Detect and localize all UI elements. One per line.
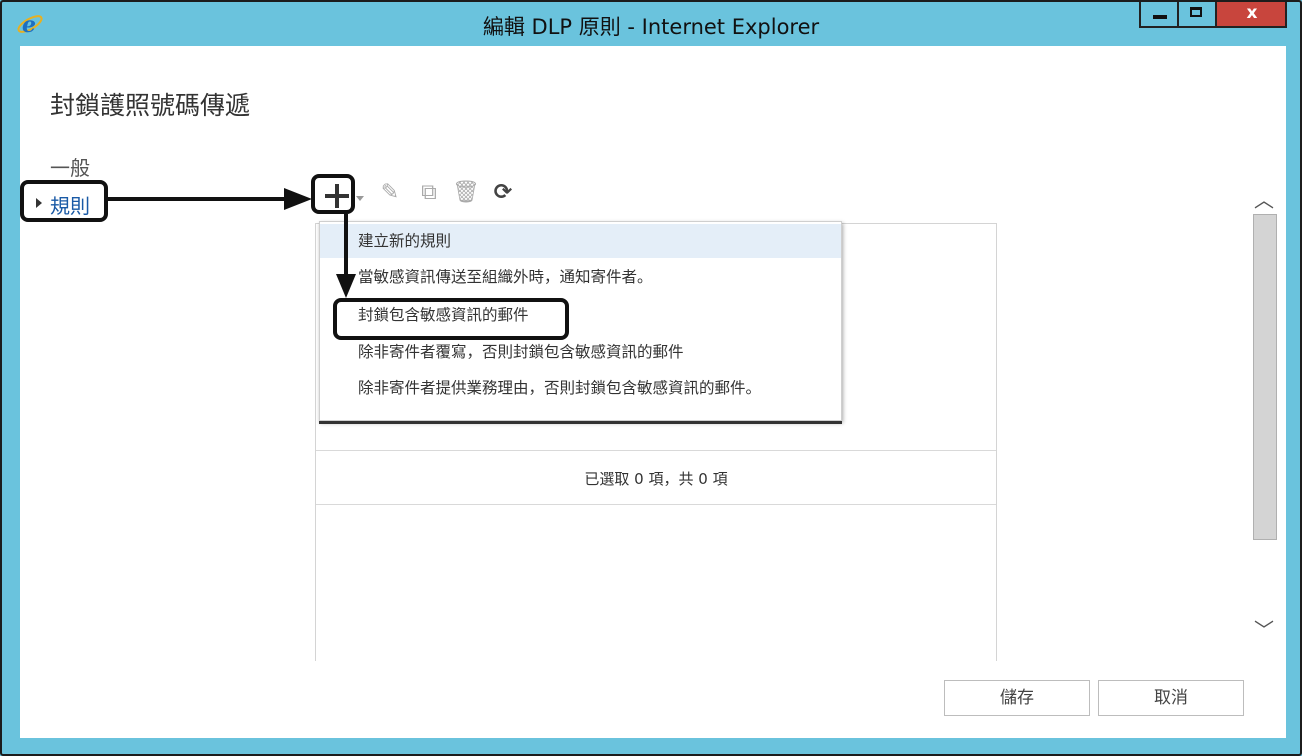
title-bar: e 編輯 DLP 原則 - Internet Explorer x	[2, 2, 1300, 46]
grid-divider	[316, 504, 996, 505]
block-messages-callout-box	[333, 298, 569, 340]
scroll-down-icon[interactable]: ﹀	[1254, 614, 1274, 643]
minimize-icon	[1153, 15, 1167, 19]
close-icon: x	[1246, 3, 1258, 23]
grid-divider	[316, 450, 996, 451]
menu-item-block-unless-override[interactable]: 除非寄件者覆寫，否則封鎖包含敏感資訊的郵件	[320, 335, 841, 369]
minimize-button[interactable]	[1139, 2, 1179, 28]
maximize-button[interactable]	[1179, 2, 1217, 28]
refresh-icon[interactable]: ⟳	[490, 178, 516, 208]
scrollbar-thumb[interactable]	[1253, 214, 1277, 540]
cancel-button[interactable]: 取消	[1098, 680, 1244, 716]
browser-window: e 編輯 DLP 原則 - Internet Explorer x 封鎖護照號碼…	[0, 0, 1302, 756]
page-title: 封鎖護照號碼傳遞	[50, 91, 251, 120]
window-title: 編輯 DLP 原則 - Internet Explorer	[482, 15, 820, 39]
edit-icon[interactable]: ✎	[377, 178, 403, 208]
save-button[interactable]: 儲存	[944, 680, 1090, 716]
copy-icon[interactable]: ⧉	[416, 178, 442, 208]
menu-item-create-new-rule[interactable]: 建立新的規則	[320, 224, 841, 258]
maximize-icon	[1190, 7, 1202, 17]
delete-icon[interactable]: 🗑	[452, 178, 480, 208]
scroll-up-icon[interactable]: ︿	[1254, 184, 1274, 213]
menu-item-block-unless-justification[interactable]: 除非寄件者提供業務理由，否則封鎖包含敏感資訊的郵件。	[320, 371, 841, 405]
add-callout-box	[311, 174, 355, 214]
nav-item-general[interactable]: 一般	[50, 152, 90, 181]
selection-status: 已選取 0 項，共 0 項	[584, 470, 728, 488]
menu-item-notify-sender[interactable]: 當敏感資訊傳送至組織外時，通知寄件者。	[320, 260, 841, 294]
rules-callout-box	[20, 180, 108, 222]
dialog-content: 封鎖護照號碼傳遞 一般 規則 ✎ ⧉ 🗑 ⟳ 已選取 0 項，共 0 項 建立新…	[20, 46, 1286, 738]
close-button[interactable]: x	[1217, 2, 1287, 28]
dropdown-arrow-icon[interactable]	[356, 196, 364, 201]
